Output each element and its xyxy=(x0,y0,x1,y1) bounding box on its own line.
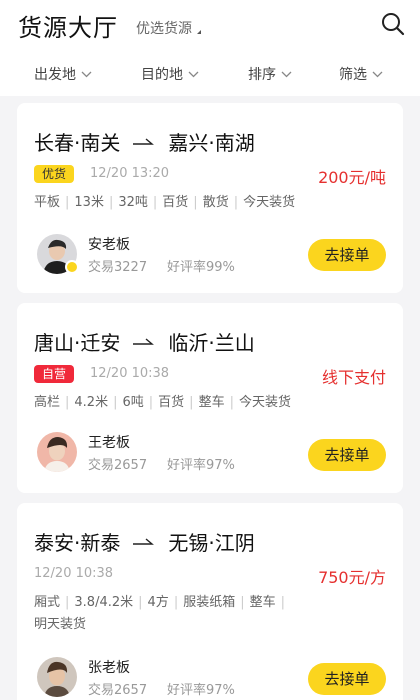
filter-screen[interactable]: 筛选 xyxy=(339,64,383,84)
cargo-card[interactable]: 长春·南关 嘉兴·南湖 优货 12/20 13:20 200元/吨 平板 | 13… xyxy=(17,103,403,293)
route-origin: 唐山·迁安 xyxy=(34,331,121,355)
price: 线下支付 xyxy=(321,368,386,387)
tag: 今天装货 xyxy=(243,195,296,210)
header: 货源大厅 优选货源 xyxy=(0,0,420,50)
tag: 3.8/4.2米 xyxy=(74,595,134,610)
cargo-tags: 高栏 | 4.2米 | 6吨 | 百货 | 整车 | 今天装货 xyxy=(34,392,354,414)
self-operated-badge: 自营 xyxy=(34,365,75,383)
tag: 整车 xyxy=(249,595,276,610)
tag: 4.2米 xyxy=(74,395,109,410)
cargo-tags: 厢式 | 3.8/4.2米 | 4方 | 服装纸箱 | 整车 | 明天装货 xyxy=(34,592,324,636)
quality-badge: 优货 xyxy=(34,165,75,183)
tag: 百货 xyxy=(158,395,185,410)
deal-count: 交易2657 xyxy=(88,458,148,473)
rating: 好评率99% xyxy=(167,260,235,275)
route: 唐山·迁安 临沂·兰山 xyxy=(34,327,255,356)
filter-bar: 出发地 目的地 排序 筛选 xyxy=(0,50,420,96)
filter-label: 目的地 xyxy=(141,67,183,83)
route-destination: 无锡·江阴 xyxy=(168,531,255,555)
accept-order-button[interactable]: 去接单 xyxy=(308,439,386,471)
arrow-right-icon xyxy=(133,537,155,545)
accept-order-button[interactable]: 去接单 xyxy=(308,663,386,695)
tag: 百货 xyxy=(162,195,189,210)
corner-mark-icon xyxy=(197,30,201,34)
tag: 散货 xyxy=(202,195,229,210)
avatar[interactable] xyxy=(37,432,77,472)
filter-label: 排序 xyxy=(248,67,276,83)
tag: 服装纸箱 xyxy=(183,595,236,610)
cargo-card[interactable]: 唐山·迁安 临沂·兰山 自营 12/20 10:38 线下支付 高栏 | 4.2米… xyxy=(17,303,403,493)
rating: 好评率97% xyxy=(167,683,235,698)
tag: 平板 xyxy=(34,195,61,210)
price: 750元/方 xyxy=(318,568,386,587)
route-destination: 嘉兴·南湖 xyxy=(168,131,255,155)
owner-name: 王老板 xyxy=(88,435,130,451)
tag: 整车 xyxy=(198,395,225,410)
filter-sort[interactable]: 排序 xyxy=(248,64,292,84)
verified-icon xyxy=(65,260,79,274)
route: 长春·南关 嘉兴·南湖 xyxy=(34,127,255,156)
route-destination: 临沂·兰山 xyxy=(168,331,255,355)
tag: 6吨 xyxy=(122,395,144,410)
filter-label: 筛选 xyxy=(339,67,367,83)
chevron-down-icon xyxy=(81,71,92,77)
avatar[interactable] xyxy=(37,657,77,697)
tag: 高栏 xyxy=(34,395,61,410)
arrow-right-icon xyxy=(133,137,155,145)
tag: 厢式 xyxy=(34,595,61,610)
page-title: 货源大厅 xyxy=(18,14,118,42)
chevron-down-icon xyxy=(188,71,199,77)
post-time: 12/20 13:20 xyxy=(90,166,170,181)
accept-order-button[interactable]: 去接单 xyxy=(308,239,386,271)
chevron-down-icon xyxy=(372,71,383,77)
route-origin: 泰安·新泰 xyxy=(34,531,121,555)
deal-count: 交易2657 xyxy=(88,683,148,698)
owner-name: 张老板 xyxy=(88,660,130,676)
filter-origin[interactable]: 出发地 xyxy=(34,64,92,84)
rating: 好评率97% xyxy=(167,458,235,473)
post-time: 12/20 10:38 xyxy=(90,366,170,381)
filter-destination[interactable]: 目的地 xyxy=(141,64,199,84)
tag: 13米 xyxy=(74,195,104,210)
tag: 今天装货 xyxy=(238,395,291,410)
cargo-tags: 平板 | 13米 | 32吨 | 百货 | 散货 | 今天装货 xyxy=(34,192,354,214)
arrow-right-icon xyxy=(133,337,155,345)
price: 200元/吨 xyxy=(318,168,386,187)
cargo-card[interactable]: 泰安·新泰 无锡·江阴 12/20 10:38 750元/方 厢式 | 3.8/4… xyxy=(17,503,403,700)
owner-name: 安老板 xyxy=(88,237,130,253)
route: 泰安·新泰 无锡·江阴 xyxy=(34,527,255,556)
filter-label: 出发地 xyxy=(34,67,76,83)
page-subtitle[interactable]: 优选货源 xyxy=(136,18,192,38)
post-time: 12/20 10:38 xyxy=(34,566,114,581)
search-icon[interactable] xyxy=(380,11,406,37)
route-origin: 长春·南关 xyxy=(34,131,121,155)
tag: 32吨 xyxy=(118,195,148,210)
deal-count: 交易3227 xyxy=(88,260,148,275)
tag: 明天装货 xyxy=(34,617,87,632)
chevron-down-icon xyxy=(281,71,292,77)
tag: 4方 xyxy=(147,595,169,610)
